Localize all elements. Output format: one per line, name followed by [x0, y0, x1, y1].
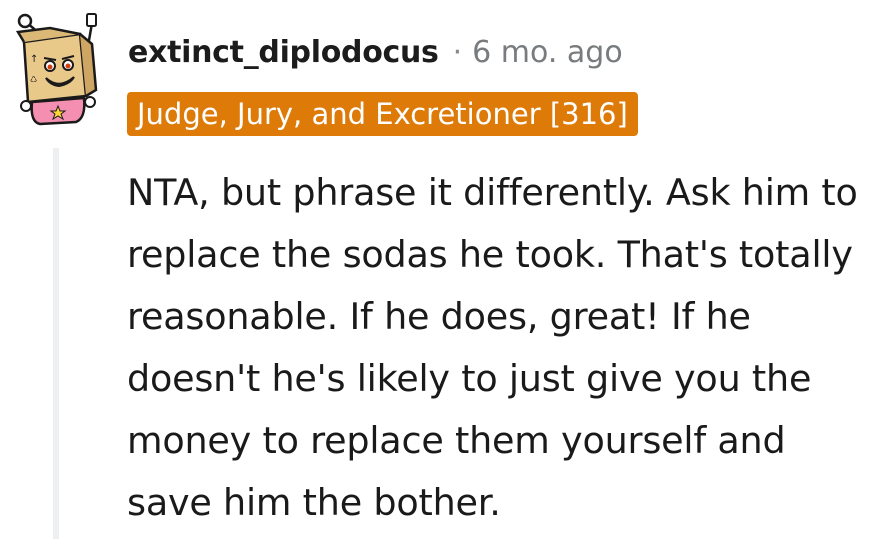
comment-body: NTA, but phrase it differently. Ask him …: [127, 171, 858, 524]
user-flair-badge: Judge, Jury, and Excretioner [316]: [127, 92, 638, 136]
comment: ↑ ♺ extinct_diplodocus · 6 mo. ago Judge…: [0, 0, 880, 539]
comment-meta: extinct_diplodocus · 6 mo. ago: [128, 30, 623, 74]
author-username[interactable]: extinct_diplodocus: [128, 35, 439, 70]
svg-text:♺: ♺: [30, 75, 37, 84]
thread-collapse-line[interactable]: [53, 148, 59, 539]
comment-timestamp[interactable]: 6 mo. ago: [472, 35, 623, 70]
user-avatar-icon[interactable]: ↑ ♺: [10, 10, 102, 128]
svg-text:↑: ↑: [30, 54, 38, 65]
meta-separator: ·: [452, 34, 463, 70]
